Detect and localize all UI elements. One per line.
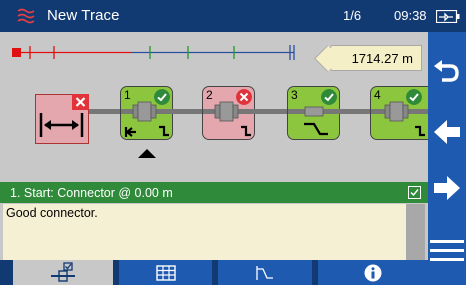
splice-icon [288,106,341,136]
undo-icon [434,60,459,82]
trace-wave-icon [17,8,35,24]
event-card-3[interactable]: 3 [287,86,341,140]
selection-pointer-icon [138,149,156,158]
info-icon [364,264,382,281]
menu-button[interactable] [428,228,466,272]
event-header: 1. Start: Connector @ 0.00 m [0,182,428,203]
menu-icon [430,240,464,261]
undo-button[interactable] [428,50,466,94]
bottom-tab-bar [0,260,428,285]
event-comment-text: Good connector. [6,206,98,220]
trace-pager: 1/6 [343,8,362,23]
distance-readout: 1714.27 m [330,45,422,71]
page-title: New Trace [47,7,120,24]
right-rail [428,32,466,285]
launch-event-card[interactable] [35,94,89,144]
tab-trace-graph[interactable] [218,260,312,285]
next-button[interactable] [428,166,466,210]
event-comment-field[interactable]: Good connector. [3,204,406,260]
connector-icon [371,101,429,137]
title-bar: New Trace 1/6 09:38 [0,0,466,32]
event-checkbox[interactable] [408,186,421,199]
tab-table[interactable] [119,260,212,285]
clock: 09:38 [394,8,427,23]
event-card-4[interactable]: 4 [370,86,429,140]
comment-scrollbar[interactable] [406,204,425,260]
distance-row: 1714.27 m [0,40,428,71]
arrow-right-icon [434,176,460,200]
distance-value: 1714.27 m [351,50,413,66]
event-strip: 1 2 3 4 [0,78,429,158]
connector-icon [121,101,174,137]
event-card-2[interactable]: 2 [202,86,256,140]
fiber-span-track[interactable] [12,40,302,68]
event-card-1[interactable]: 1 [120,86,174,140]
tab-info[interactable] [318,260,428,285]
main-panel: 1714.27 m 1 2 3 4 1. Start: Connector @ … [0,32,429,260]
table-icon [155,264,176,281]
span-arrow-icon [39,113,84,137]
battery-charging-icon [436,10,460,23]
checkmark-icon [410,189,419,197]
arrow-left-icon [434,120,460,144]
connector-icon [203,101,256,137]
previous-button[interactable] [428,110,466,154]
tab-events[interactable] [13,260,113,285]
trace-graph-icon [256,265,273,280]
events-tab-icon [51,261,75,282]
event-header-title: 1. Start: Connector @ 0.00 m [10,185,173,200]
